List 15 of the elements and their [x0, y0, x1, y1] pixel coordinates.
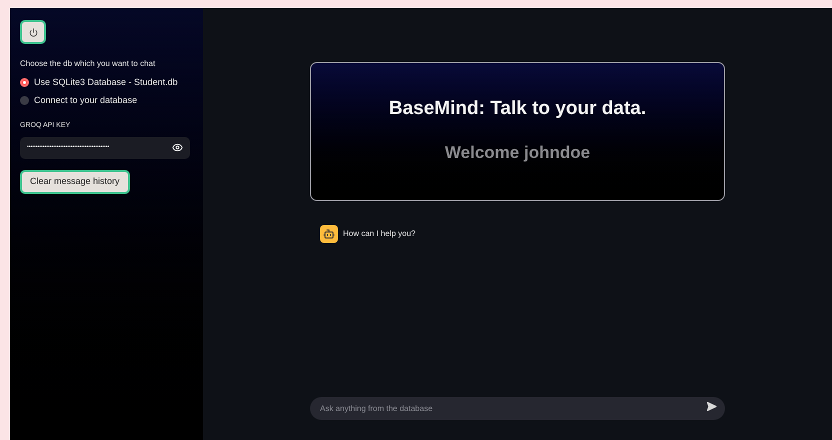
- clear-history-button[interactable]: Clear message history: [20, 170, 130, 194]
- radio-group-label: Choose the db which you want to chat: [20, 58, 156, 70]
- radio-option[interactable]: Connect to your database: [20, 94, 193, 107]
- chat-input[interactable]: Ask anything from the database: [310, 397, 725, 420]
- welcome-text: Welcome johndoe: [444, 142, 590, 164]
- radio-option[interactable]: Use SQLite3 Database - Student.db: [20, 76, 193, 90]
- chat-message: How can I help you?: [343, 228, 416, 240]
- send-icon[interactable]: [706, 401, 717, 412]
- power-button[interactable]: [20, 20, 46, 44]
- radio-button[interactable]: [20, 96, 29, 105]
- radio-button[interactable]: [20, 78, 29, 88]
- bot-avatar: [320, 225, 338, 243]
- app-title: BaseMind: Talk to your data.: [388, 97, 646, 121]
- power-icon: [28, 28, 38, 36]
- eye-icon[interactable]: [172, 142, 183, 153]
